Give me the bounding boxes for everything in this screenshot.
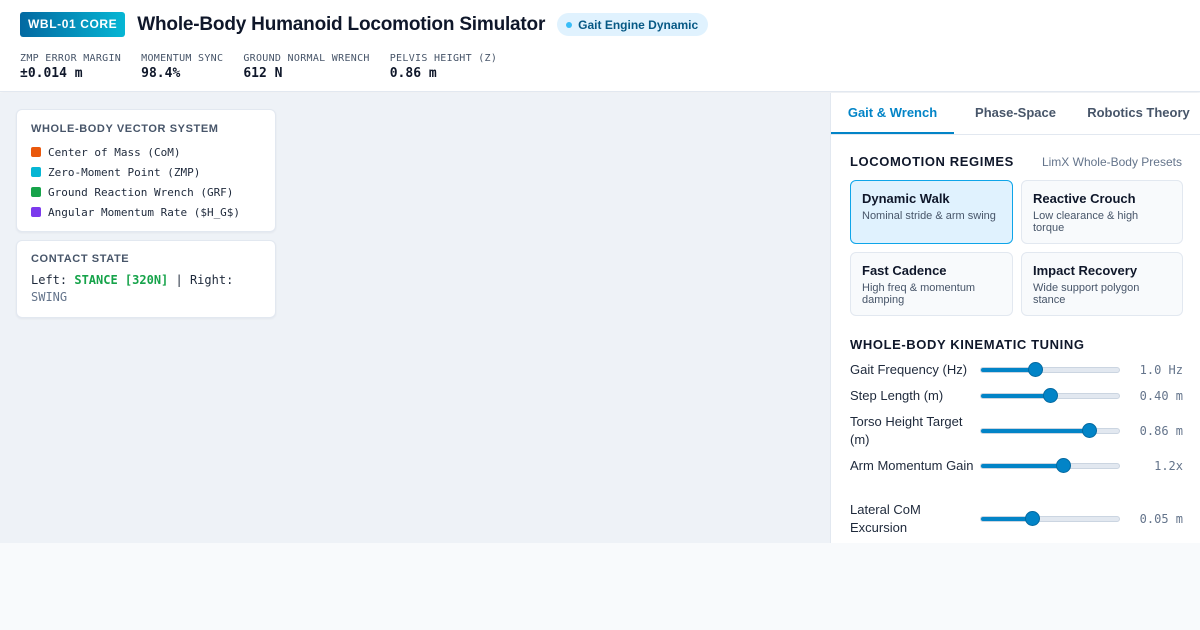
contact-state-card: CONTACT STATE Left: STANCE [320N] | Righ… <box>16 240 276 318</box>
slider-row-step-length: Step Length (m) 0.40 m <box>850 387 1183 405</box>
metric-ground-wrench: GROUND NORMAL WRENCH 612 N <box>243 53 369 82</box>
slider-value: 0.86 m <box>1139 424 1183 438</box>
legend-item-angular-momentum: Angular Momentum Rate ($H_G$) <box>31 202 261 222</box>
slider-thumb[interactable] <box>1055 458 1071 473</box>
contact-left-prefix: Left: <box>31 273 75 287</box>
preset-title: Dynamic Walk <box>862 191 950 206</box>
metric-value: 0.86 m <box>389 66 437 81</box>
tab-robotics-theory[interactable]: Robotics Theory <box>1077 93 1200 134</box>
grf-swatch-icon <box>31 187 41 197</box>
preset-grid: Dynamic Walk Nominal stride & arm swing … <box>850 180 1183 316</box>
slider-fill <box>981 464 1063 468</box>
preset-reactive-crouch[interactable]: Reactive Crouch Low clearance & high tor… <box>1021 180 1183 244</box>
metric-label: MOMENTUM SYNC <box>141 53 224 64</box>
tuning-header: WHOLE-BODY KINEMATIC TUNING <box>850 337 1182 352</box>
slider-row-torso-height: Torso Height Target (m) 0.86 m <box>850 413 1183 449</box>
slider-fill <box>981 394 1050 398</box>
control-panel: Gait & Wrench Phase-Space Robotics Theor… <box>830 93 1200 543</box>
legend-label: Center of Mass (CoM) <box>48 145 181 159</box>
torso-height-slider[interactable] <box>980 423 1120 439</box>
slider-row-lateral-com: Lateral CoM Excursion 0.05 m <box>850 501 1183 537</box>
preset-fast-cadence[interactable]: Fast Cadence High freq & momentum dampin… <box>850 252 1013 316</box>
slider-label: Step Length (m) <box>850 388 944 403</box>
contact-state-text: Left: STANCE [320N] | Right: SWING <box>31 272 261 306</box>
metric-pelvis-height: PELVIS HEIGHT (Z) 0.86 m <box>390 53 497 82</box>
slider-track <box>980 463 1120 469</box>
metric-label: ZMP ERROR MARGIN <box>20 53 122 64</box>
slider-label: Arm Momentum Gain <box>850 458 974 473</box>
slider-label: Lateral CoM Excursion <box>850 502 921 535</box>
slider-label: Torso Height Target (m) <box>850 414 963 447</box>
metric-zmp-error: ZMP ERROR MARGIN ±0.014 m <box>20 53 121 82</box>
metric-value: ±0.014 m <box>20 66 83 81</box>
preset-description: Wide support polygon stance <box>1033 282 1140 306</box>
preset-description: Nominal stride & arm swing <box>862 210 996 222</box>
zmp-swatch-icon <box>31 167 41 177</box>
slider-thumb[interactable] <box>1024 511 1040 526</box>
legend-item-grf: Ground Reaction Wrench (GRF) <box>31 182 261 202</box>
slider-track <box>980 428 1120 434</box>
metric-label: GROUND NORMAL WRENCH <box>243 53 370 64</box>
legend-item-com: Center of Mass (CoM) <box>31 142 261 162</box>
regimes-title: LOCOMOTION REGIMES <box>850 154 1014 169</box>
brand-badge: WBL-01 CORE <box>20 12 126 37</box>
slider-value: 0.05 m <box>1139 512 1183 526</box>
slider-row-arm-momentum: Arm Momentum Gain 1.2x <box>850 457 1183 475</box>
preset-impact-recovery[interactable]: Impact Recovery Wide support polygon sta… <box>1021 252 1183 316</box>
simulation-viewport[interactable]: WHOLE-BODY VECTOR SYSTEM Center of Mass … <box>0 93 830 543</box>
tab-gait-wrench[interactable]: Gait & Wrench <box>831 93 954 134</box>
slider-value: 1.0 Hz <box>1139 363 1183 377</box>
contact-separator: | Right: <box>168 273 234 287</box>
legend-item-zmp: Zero-Moment Point (ZMP) <box>31 162 261 182</box>
slider-track <box>980 516 1120 522</box>
preset-title: Fast Cadence <box>862 263 947 278</box>
panel-tabs: Gait & Wrench Phase-Space Robotics Theor… <box>831 93 1200 135</box>
lateral-com-slider[interactable] <box>980 511 1120 527</box>
slider-value: 1.2x <box>1154 459 1183 473</box>
slider-thumb[interactable] <box>1043 388 1058 403</box>
brand-row: WBL-01 CORE Whole-Body Humanoid Locomoti… <box>20 12 709 37</box>
angular-momentum-swatch-icon <box>31 207 41 217</box>
metric-value: 612 N <box>243 66 283 81</box>
slider-row-gait-frequency: Gait Frequency (Hz) 1.0 Hz <box>850 361 1183 379</box>
contact-title: CONTACT STATE <box>31 253 130 265</box>
preset-description: High freq & momentum damping <box>862 282 976 306</box>
engine-status-label: Gait Engine Dynamic <box>578 17 699 32</box>
slider-value: 0.40 m <box>1139 389 1183 403</box>
legend-label: Angular Momentum Rate ($H_G$) <box>48 205 241 219</box>
gait-frequency-slider[interactable] <box>980 362 1120 378</box>
slider-fill <box>981 429 1089 433</box>
preset-title: Reactive Crouch <box>1033 191 1136 206</box>
metric-label: PELVIS HEIGHT (Z) <box>389 53 498 64</box>
regimes-note: LimX Whole-Body Presets <box>1041 155 1182 169</box>
metrics-bar: ZMP ERROR MARGIN ±0.014 m MOMENTUM SYNC … <box>20 53 517 82</box>
engine-status-badge: Gait Engine Dynamic <box>557 13 709 36</box>
metric-value: 98.4% <box>141 66 181 81</box>
left-foot-state: STANCE [320N] <box>74 273 169 287</box>
app-header: WBL-01 CORE Whole-Body Humanoid Locomoti… <box>0 0 1200 92</box>
legend-title: WHOLE-BODY VECTOR SYSTEM <box>31 123 219 135</box>
preset-description: Low clearance & high torque <box>1033 210 1139 234</box>
slider-thumb[interactable] <box>1082 423 1098 438</box>
legend-label: Zero-Moment Point (ZMP) <box>48 165 201 179</box>
tab-phase-space[interactable]: Phase-Space <box>954 93 1077 134</box>
right-foot-state: SWING <box>31 290 68 304</box>
preset-dynamic-walk[interactable]: Dynamic Walk Nominal stride & arm swing <box>850 180 1013 244</box>
step-length-slider[interactable] <box>980 388 1120 404</box>
slider-thumb[interactable] <box>1027 362 1043 377</box>
regimes-header: LOCOMOTION REGIMES LimX Whole-Body Prese… <box>850 154 1182 169</box>
tuning-title: WHOLE-BODY KINEMATIC TUNING <box>850 337 1085 352</box>
app-title: Whole-Body Humanoid Locomotion Simulator <box>137 13 546 35</box>
legend-label: Ground Reaction Wrench (GRF) <box>48 185 234 199</box>
slider-fill <box>981 368 1035 372</box>
slider-label: Gait Frequency (Hz) <box>850 362 968 377</box>
slider-track <box>980 367 1120 373</box>
vector-legend-card: WHOLE-BODY VECTOR SYSTEM Center of Mass … <box>16 109 276 232</box>
arm-momentum-slider[interactable] <box>980 458 1120 474</box>
metric-momentum-sync: MOMENTUM SYNC 98.4% <box>141 53 223 82</box>
com-swatch-icon <box>31 147 41 157</box>
preset-title: Impact Recovery <box>1033 263 1138 278</box>
status-dot-icon <box>566 21 573 28</box>
